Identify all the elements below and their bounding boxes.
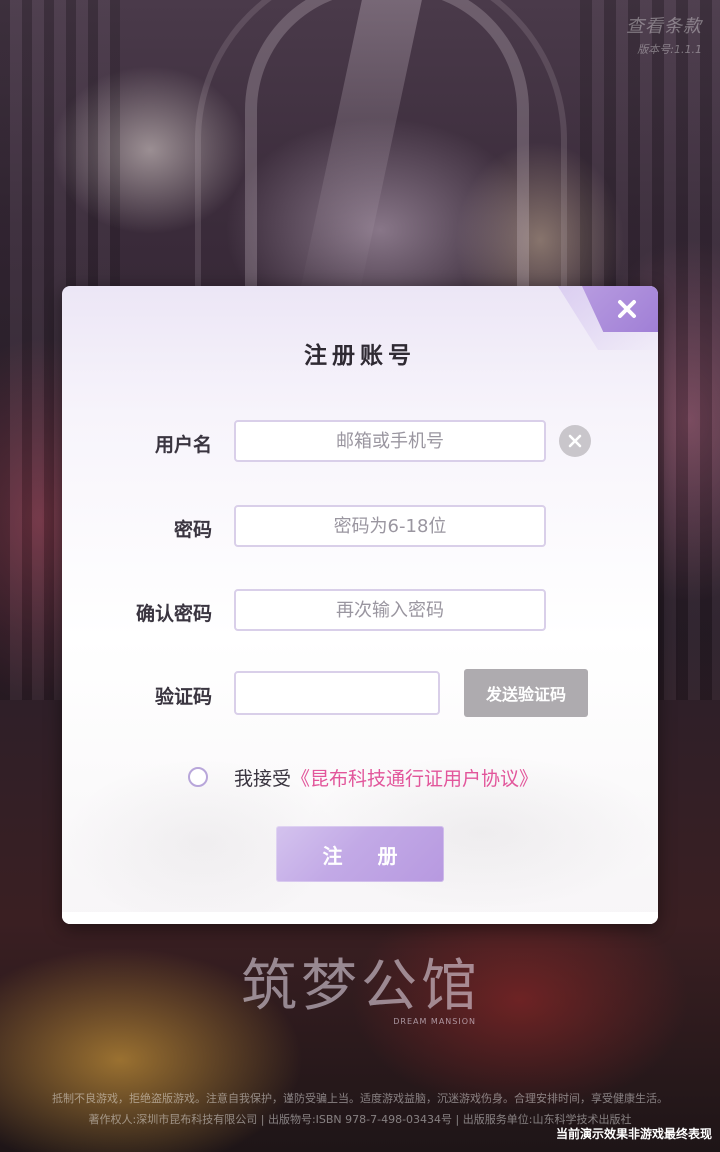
agreement-link[interactable]: 《昆布科技通行证用户协议》 [291,768,538,790]
view-terms-link[interactable]: 查看条款 [626,12,702,38]
demo-disclaimer: 当前演示效果非游戏最终表现 [555,1127,712,1141]
health-notice: 抵制不良游戏，拒绝盗版游戏。注意自我保护，谨防受骗上当。适度游戏益脑，沉迷游戏伤… [6,1088,714,1130]
dialog-bottom-strip [62,912,658,924]
verification-code-input[interactable] [234,671,440,715]
logo-subtitle: DREAM MANSION [393,1016,476,1026]
clear-icon [568,434,582,448]
close-button[interactable] [610,292,644,326]
agreement-prefix: 我接受 [234,768,292,790]
version-label: 版本号:1.1.1 [637,43,702,56]
dialog-background-art [62,712,658,912]
send-code-button[interactable]: 发送验证码 [464,669,588,717]
agreement-text: 我接受《昆布科技通行证用户协议》 [234,764,538,791]
password-input[interactable] [234,505,546,547]
logo-title: 筑梦公馆 [241,953,481,1019]
username-input[interactable] [234,420,546,462]
register-button[interactable]: 注 册 [276,826,444,882]
confirm-password-input[interactable] [234,589,546,631]
register-dialog: 注册账号 用户名 密码 确认密码 验证码 发送验证码 我接受《昆布科技通行证用户… [62,286,658,924]
agreement-checkbox[interactable] [188,767,208,787]
game-logo: 筑梦公馆 DREAM MANSION [236,950,486,1034]
username-label: 用户名 [154,434,212,456]
close-icon [618,300,636,318]
password-label: 密码 [173,519,212,541]
confirm-password-label: 确认密码 [135,603,212,625]
verification-code-label: 验证码 [154,686,212,708]
dialog-title: 注册账号 [304,343,416,369]
register-button-label: 注 册 [322,843,412,868]
clear-username-button[interactable] [559,425,591,457]
health-notice-line-1: 抵制不良游戏，拒绝盗版游戏。注意自我保护，谨防受骗上当。适度游戏益脑，沉迷游戏伤… [52,1092,668,1105]
terms-area: 查看条款 版本号:1.1.1 [626,12,702,57]
